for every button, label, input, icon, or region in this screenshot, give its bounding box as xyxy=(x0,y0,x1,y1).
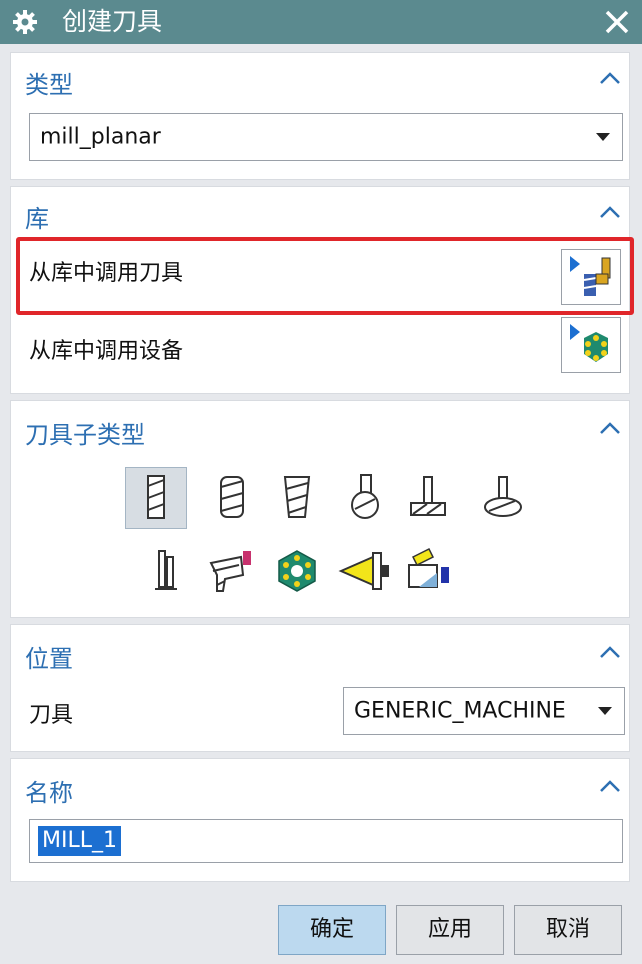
chevron-down-icon xyxy=(596,133,610,141)
tool-location-select[interactable]: GENERIC_MACHINE xyxy=(343,687,625,735)
ok-button[interactable]: 确定 xyxy=(278,905,386,955)
ball-mill-icon[interactable] xyxy=(341,473,389,521)
window-title: 创建刀具 xyxy=(62,7,163,36)
retrieve-device-label: 从库中调用设备 xyxy=(29,339,184,364)
type-section: 类型 mill_planar xyxy=(10,52,630,180)
cancel-button[interactable]: 取消 xyxy=(514,905,622,955)
location-section: 位置 刀具 GENERIC_MACHINE xyxy=(10,624,630,752)
library-device-icon xyxy=(570,324,608,362)
saw-blade-icon[interactable] xyxy=(141,547,189,595)
collapse-caret-icon[interactable] xyxy=(599,779,621,793)
tool-subtype-section: 刀具子类型 xyxy=(10,400,630,618)
collapse-caret-icon[interactable] xyxy=(599,645,621,659)
drill-tool-icon[interactable] xyxy=(209,473,257,521)
t-cutter-icon[interactable] xyxy=(405,473,453,521)
collapse-caret-icon[interactable] xyxy=(599,71,621,85)
chamfer-mill-icon[interactable] xyxy=(273,473,321,521)
assembly-tool-icon[interactable] xyxy=(403,543,455,595)
collapse-caret-icon[interactable] xyxy=(599,421,621,435)
gear-icon xyxy=(13,10,37,34)
tool-subtype-section-title: 刀具子类型 xyxy=(25,421,145,449)
probe-icon[interactable] xyxy=(337,547,393,595)
collapse-caret-icon[interactable] xyxy=(599,205,621,219)
highlight-box xyxy=(16,237,634,315)
name-input-selected-text: MILL_1 xyxy=(38,826,121,856)
carrier-icon[interactable] xyxy=(273,547,321,595)
type-select-value: mill_planar xyxy=(40,124,161,150)
holder-icon[interactable] xyxy=(203,545,251,593)
retrieve-device-button[interactable] xyxy=(561,317,621,373)
name-input[interactable]: MILL_1 xyxy=(29,819,623,863)
name-section: 名称 MILL_1 xyxy=(10,758,630,882)
apply-button[interactable]: 应用 xyxy=(396,905,504,955)
close-icon[interactable] xyxy=(602,7,632,37)
chevron-down-icon xyxy=(598,707,612,715)
tool-location-label: 刀具 xyxy=(29,703,74,728)
barrel-tool-icon[interactable] xyxy=(479,473,527,521)
library-section-title: 库 xyxy=(25,205,49,233)
title-bar: 创建刀具 xyxy=(0,0,642,44)
tool-location-value: GENERIC_MACHINE xyxy=(354,698,566,724)
type-select[interactable]: mill_planar xyxy=(29,113,623,161)
location-section-title: 位置 xyxy=(25,645,73,673)
type-section-title: 类型 xyxy=(25,71,73,99)
mill-tool-icon[interactable] xyxy=(125,467,187,529)
name-section-title: 名称 xyxy=(25,779,73,807)
